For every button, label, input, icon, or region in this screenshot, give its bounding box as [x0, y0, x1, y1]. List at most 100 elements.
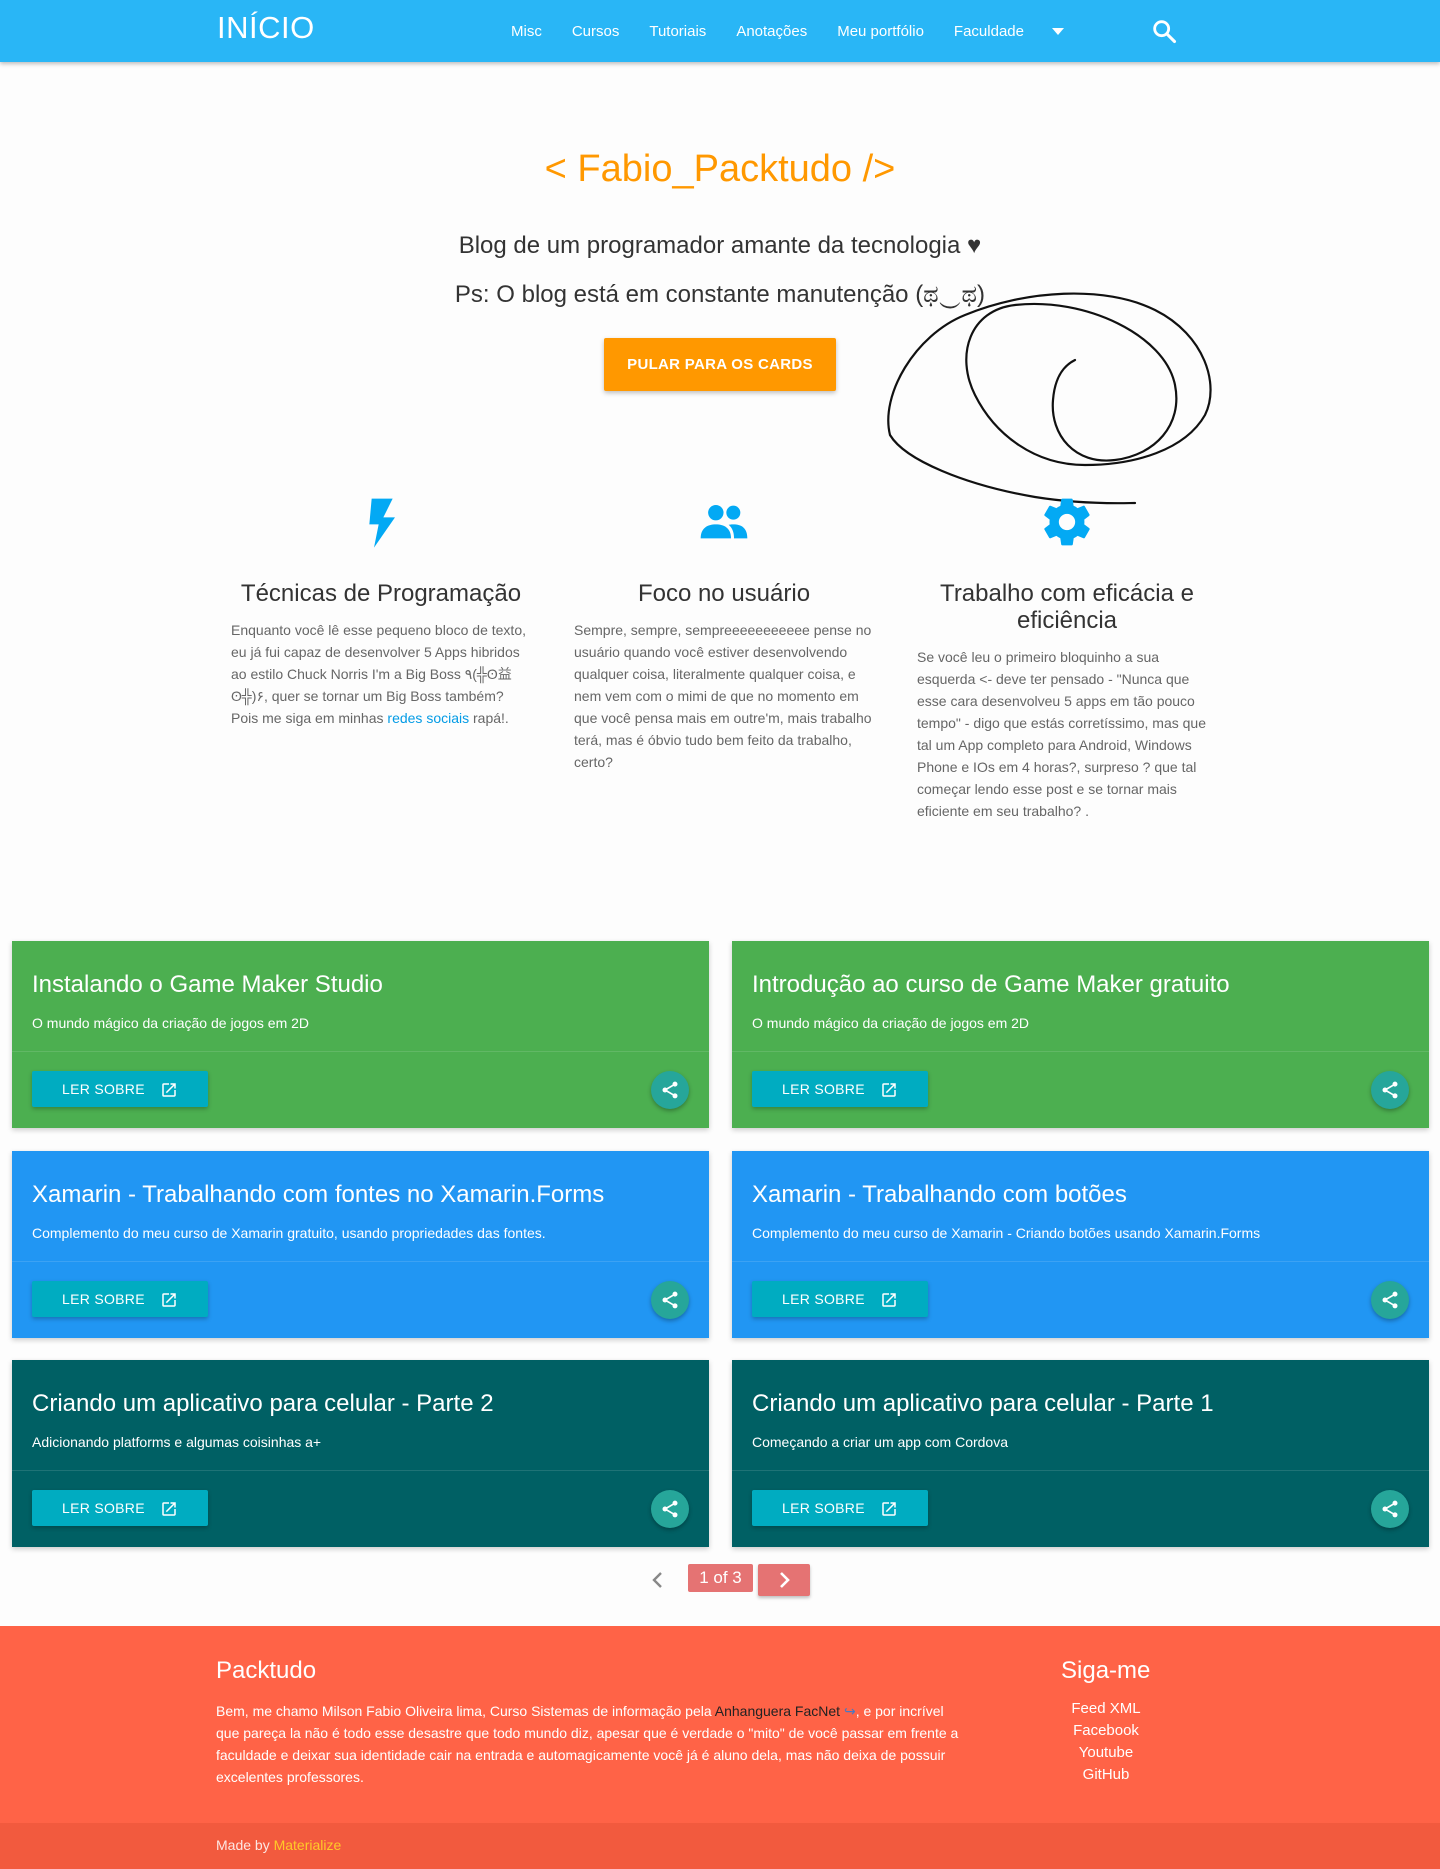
read-more-label: LER SOBRE	[782, 1291, 865, 1307]
hero-note: Ps: O blog está em constante manutenção …	[454, 281, 986, 308]
read-more-button[interactable]: LER SOBRE	[752, 1071, 928, 1107]
search-icon[interactable]	[1150, 17, 1178, 45]
post-card: Xamarin - Trabalhando com botões Compleme…	[732, 1151, 1429, 1338]
card-divider	[12, 1470, 709, 1471]
nav-item-portfolio[interactable]: Meu portfólio	[822, 23, 939, 40]
share-button[interactable]	[1371, 1071, 1409, 1109]
share-icon	[662, 1291, 678, 1309]
read-more-label: LER SOBRE	[782, 1081, 865, 1097]
feed-xml-link[interactable]: Feed XML	[1046, 1698, 1166, 1720]
card-subtitle: Adicionando platforms e algumas coisinha…	[32, 1434, 322, 1450]
nav-item-anotacoes[interactable]: Anotações	[721, 23, 822, 40]
feature-text: Sempre, sempre, sempreeeeeeeeeee pense n…	[574, 622, 872, 770]
external-arrow-icon: ↪	[840, 1703, 856, 1719]
post-card: Xamarin - Trabalhando com fontes no Xama…	[12, 1151, 709, 1338]
prev-page-chevron-icon[interactable]	[646, 1567, 670, 1593]
share-button[interactable]	[651, 1281, 689, 1319]
card-divider	[732, 1051, 1429, 1052]
youtube-link[interactable]: Youtube	[1046, 1742, 1166, 1764]
footer-about-text: Bem, me chamo Milson Fabio Oliveira lima…	[216, 1703, 959, 1785]
gear-icon	[1044, 498, 1090, 546]
read-more-button[interactable]: LER SOBRE	[32, 1490, 208, 1526]
top-navbar: INÍCIO Misc Cursos Tutoriais Anotações M…	[0, 0, 1440, 62]
brand-logo[interactable]: INÍCIO	[217, 10, 315, 46]
next-page-button[interactable]	[758, 1564, 810, 1596]
read-more-button[interactable]: LER SOBRE	[32, 1071, 208, 1107]
github-link[interactable]: GitHub	[1046, 1764, 1166, 1786]
facebook-link[interactable]: Facebook	[1046, 1720, 1166, 1742]
card-subtitle: Começando a criar um app com Cordova	[752, 1434, 1009, 1450]
nav-item-misc[interactable]: Misc	[496, 23, 557, 40]
current-page-indicator: 1 of 3	[688, 1564, 753, 1592]
share-icon	[1382, 1081, 1398, 1099]
read-more-button[interactable]: LER SOBRE	[752, 1281, 928, 1317]
card-divider	[732, 1470, 1429, 1471]
made-by-label: Made by	[216, 1837, 274, 1853]
share-icon	[662, 1081, 678, 1099]
open-in-new-icon	[162, 1502, 176, 1516]
open-in-new-icon	[882, 1083, 896, 1097]
post-card: Criando um aplicativo para celular - Par…	[12, 1360, 709, 1547]
feature-title: Técnicas de Programação	[240, 580, 522, 607]
nav-item-faculdade[interactable]: Faculdade	[939, 23, 1079, 40]
card-subtitle: O mundo mágico da criação de jogos em 2D	[32, 1015, 310, 1031]
nav-item-cursos[interactable]: Cursos	[557, 23, 635, 40]
share-button[interactable]	[1371, 1490, 1409, 1528]
footer-copyright: Made by Materialize	[0, 1823, 1440, 1869]
card-divider	[732, 1261, 1429, 1262]
share-button[interactable]	[651, 1490, 689, 1528]
footer-title: Packtudo	[216, 1657, 317, 1684]
footer-links: Feed XML Facebook Youtube GitHub	[1046, 1698, 1166, 1786]
card-subtitle: Complemento do meu curso de Xamarin - Cr…	[752, 1225, 1261, 1241]
handwritten-scribble	[887, 292, 1212, 505]
materialize-link[interactable]: Materialize	[274, 1837, 342, 1853]
social-links-link[interactable]: redes sociais	[387, 710, 469, 726]
share-icon	[662, 1500, 678, 1518]
post-card: Instalando o Game Maker Studio O mundo má…	[12, 941, 709, 1128]
share-button[interactable]	[1371, 1281, 1409, 1319]
open-in-new-icon	[162, 1083, 176, 1097]
open-in-new-icon	[882, 1293, 896, 1307]
feature-text: Se você leu o primeiro bloquinho a sua e…	[917, 649, 1206, 819]
hero-subtitle: Blog de um programador amante da tecnolo…	[458, 232, 982, 259]
read-more-label: LER SOBRE	[62, 1081, 145, 1097]
card-title[interactable]: Instalando o Game Maker Studio	[32, 971, 383, 999]
feature-text: Enquanto você lê esse pequeno bloco de t…	[231, 622, 526, 726]
card-subtitle: O mundo mágico da criação de jogos em 2D	[752, 1015, 1030, 1031]
card-title[interactable]: Criando um aplicativo para celular - Par…	[32, 1390, 494, 1418]
card-divider	[12, 1261, 709, 1262]
read-more-label: LER SOBRE	[782, 1500, 865, 1516]
share-icon	[1382, 1500, 1398, 1518]
read-more-button[interactable]: LER SOBRE	[32, 1281, 208, 1317]
card-subtitle: Complemento do meu curso de Xamarin grat…	[32, 1225, 546, 1241]
card-title[interactable]: Xamarin - Trabalhando com fontes no Xama…	[32, 1181, 604, 1209]
feature-programming: Técnicas de Programação Enquanto você lê…	[231, 494, 531, 729]
feature-efficiency: Trabalho com eficácia e eficiência Se vo…	[917, 494, 1217, 822]
post-card: Criando um aplicativo para celular - Par…	[732, 1360, 1429, 1547]
open-in-new-icon	[882, 1502, 896, 1516]
nav-item-faculdade-label: Faculdade	[953, 22, 1024, 40]
post-card: Introdução ao curso de Game Maker gratui…	[732, 941, 1429, 1128]
nav-menu: Misc Cursos Tutoriais Anotações Meu port…	[496, 0, 1079, 62]
flash-icon	[369, 498, 395, 548]
card-title[interactable]: Xamarin - Trabalhando com botões	[752, 1181, 1127, 1209]
footer: Packtudo Bem, me chamo Milson Fabio Oliv…	[0, 1626, 1440, 1869]
feature-title: Foco no usuário	[637, 580, 811, 607]
group-icon	[700, 504, 748, 539]
nav-item-tutoriais[interactable]: Tutoriais	[634, 23, 721, 40]
read-more-label: LER SOBRE	[62, 1500, 145, 1516]
feature-user-focus: Foco no usuário Sempre, sempre, sempreee…	[574, 494, 874, 773]
card-title[interactable]: Introdução ao curso de Game Maker gratui…	[752, 971, 1230, 999]
jump-to-cards-button[interactable]: PULAR PARA OS CARDS	[604, 338, 836, 391]
dropdown-caret-icon[interactable]	[1052, 28, 1065, 36]
anhanguera-link[interactable]: Anhanguera FacNet	[715, 1703, 840, 1719]
read-more-label: LER SOBRE	[62, 1291, 145, 1307]
read-more-button[interactable]: LER SOBRE	[752, 1490, 928, 1526]
hero-title: < Fabio_Packtudo />	[544, 148, 896, 190]
share-icon	[1382, 1291, 1398, 1309]
share-button[interactable]	[651, 1071, 689, 1109]
card-divider	[12, 1051, 709, 1052]
card-title[interactable]: Criando um aplicativo para celular - Par…	[752, 1390, 1214, 1418]
feature-title: Trabalho com eficácia e eficiência	[940, 580, 1194, 634]
chevron-right-icon	[780, 1572, 790, 1588]
